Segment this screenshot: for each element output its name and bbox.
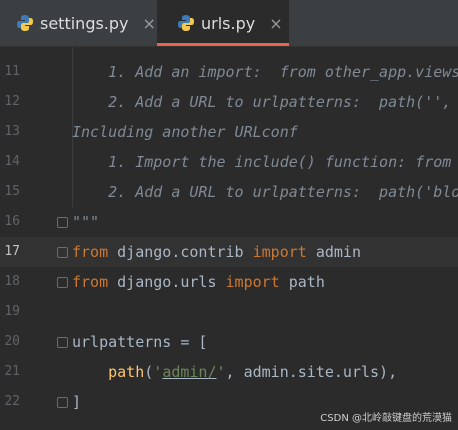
- code-line: 15 2. Add a URL to urlpatterns: path('bl…: [0, 177, 458, 207]
- line-number: 14: [4, 154, 20, 169]
- tab-settings-py[interactable]: settings.py ×: [0, 0, 157, 46]
- code-line: 21 path('admin/', admin.site.urls),: [0, 357, 458, 387]
- assignment-statement: urlpatterns = [: [72, 327, 207, 357]
- imported-name: admin: [306, 243, 361, 261]
- line-number: 11: [4, 64, 20, 79]
- tab-label: settings.py: [40, 13, 129, 33]
- python-file-icon: [178, 15, 194, 31]
- code-line-current: 17 from django.contrib import admin: [0, 237, 458, 267]
- string-quote: ': [153, 363, 163, 381]
- code-line: 12 2. Add a URL to urlpatterns: path('',: [0, 87, 458, 117]
- keyword: from: [72, 243, 109, 261]
- path-call: path('admin/', admin.site.urls),: [72, 357, 397, 387]
- docstring-text: 2. Add a URL to urlpatterns: path('blo: [72, 183, 458, 201]
- line-number: 20: [4, 334, 20, 349]
- fold-marker-icon[interactable]: [57, 397, 68, 408]
- imported-name: path: [279, 273, 325, 291]
- code-line: 14 1. Import the include() function: fro…: [0, 147, 458, 177]
- line-number: 21: [4, 364, 20, 379]
- close-icon[interactable]: ×: [269, 14, 282, 33]
- line-number: 16: [4, 214, 20, 229]
- line-number: 19: [4, 304, 20, 319]
- line-number: 12: [4, 94, 20, 109]
- keyword: from: [72, 273, 109, 291]
- line-number: 13: [4, 124, 20, 139]
- docstring-end: """: [72, 213, 100, 231]
- tab-urls-py[interactable]: urls.py ×: [157, 0, 289, 46]
- fold-marker-icon[interactable]: [57, 277, 68, 288]
- import-statement: from django.urls import path: [72, 267, 325, 297]
- string-quote: ': [216, 363, 226, 381]
- closing-bracket: ]: [72, 393, 82, 411]
- code-line: 19: [0, 297, 458, 327]
- line-number: 18: [4, 274, 20, 289]
- call-arguments: , admin.site.urls),: [225, 363, 398, 381]
- code-line: 11 1. Add an import: from other_app.view…: [0, 57, 458, 87]
- code-line: 20 urlpatterns = [: [0, 327, 458, 357]
- function-name: path: [108, 363, 145, 381]
- keyword: import: [252, 243, 307, 261]
- fold-marker-icon[interactable]: [57, 337, 68, 348]
- module-name: django.urls: [108, 273, 226, 291]
- code-line: 18 from django.urls import path: [0, 267, 458, 297]
- docstring-text: 1. Import the include() function: from: [72, 153, 452, 171]
- code-line: 13 Including another URLconf: [0, 117, 458, 147]
- import-statement: from django.contrib import admin: [72, 237, 361, 267]
- keyword: import: [225, 273, 280, 291]
- tab-label: urls.py: [201, 13, 256, 33]
- python-file-icon: [17, 15, 33, 31]
- string-literal: admin/: [162, 363, 217, 381]
- editor-tab-bar: settings.py × urls.py ×: [0, 0, 458, 47]
- code-editor[interactable]: 11 1. Add an import: from other_app.view…: [0, 47, 458, 430]
- watermark-text: CSDN @北岭敲键盘的荒漠猫: [320, 413, 452, 424]
- docstring-text: Including another URLconf: [72, 123, 298, 141]
- line-number: 15: [4, 184, 20, 199]
- line-number: 17: [4, 244, 20, 259]
- variable-name: urlpatterns: [72, 333, 181, 351]
- fold-marker-icon[interactable]: [57, 217, 68, 228]
- module-name: django.contrib: [108, 243, 253, 261]
- paren: (: [144, 363, 154, 381]
- docstring-text: 1. Add an import: from other_app.views: [72, 63, 458, 81]
- code-line: 16 """: [0, 207, 458, 237]
- close-icon[interactable]: ×: [143, 14, 156, 33]
- line-number: 22: [4, 394, 20, 409]
- fold-marker-icon[interactable]: [57, 247, 68, 258]
- bracket: [: [189, 333, 208, 351]
- docstring-text: 2. Add a URL to urlpatterns: path('',: [72, 93, 452, 111]
